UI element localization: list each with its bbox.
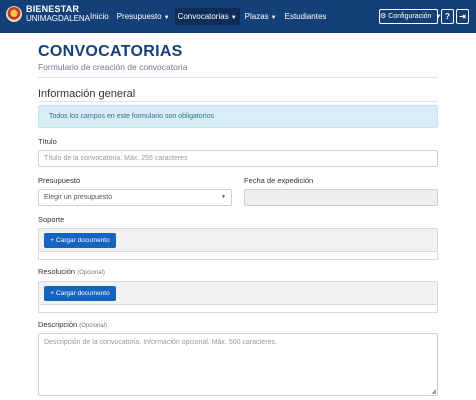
titulo-input[interactable]: Título de la convocatoria. Máx. 255 cara… <box>38 150 438 167</box>
nav-item-plazas[interactable]: Plazas ▼ <box>242 8 280 25</box>
descripcion-label-text: Descripción <box>38 320 78 329</box>
descripcion-label: Descripción (Opcional) <box>38 320 107 329</box>
logout-button[interactable]: ⇥ <box>456 9 469 24</box>
presupuesto-selected-value: Elegir un presupuesto <box>44 194 113 201</box>
resize-handle-icon[interactable]: ◢ <box>431 388 436 395</box>
descripcion-textarea[interactable]: Descripción de la convocatoria. Informac… <box>38 333 438 396</box>
resolucion-file-list <box>38 305 438 313</box>
soporte-label: Soporte <box>38 215 65 224</box>
nav-item-label: Presupuesto <box>116 12 162 21</box>
configuration-label: Configuración <box>388 13 432 20</box>
gear-icon: ⚙ <box>380 13 387 20</box>
brand-text: BIENESTAR UNIMAGDALENA <box>26 4 91 24</box>
resolucion-upload-box: + Cargar documento <box>38 281 438 305</box>
nav-item-estudiantes[interactable]: Estudiantes <box>282 8 330 25</box>
fecha-expedicion-field <box>244 189 438 206</box>
select-arrow-icon: ▼ <box>221 194 226 200</box>
main-nav: Inicio Presupuesto ▼ Convocatorias ▼ Plaza… <box>87 8 331 25</box>
optional-tag: (Opcional) <box>77 270 105 276</box>
help-button[interactable]: ? <box>441 9 454 24</box>
presupuesto-select[interactable]: Elegir un presupuesto ▼ <box>38 189 232 206</box>
soporte-upload-box: + Cargar documento <box>38 228 438 252</box>
nav-item-label: Plazas <box>244 12 269 21</box>
titulo-label: Título <box>38 137 57 146</box>
info-alert: Todos los campos en este formulario son … <box>38 105 438 128</box>
page-subtitle: Formulario de creación de convocatoria <box>38 62 188 72</box>
configuration-button[interactable]: ⚙ Configuración ▼ <box>379 9 441 24</box>
resolucion-label: Resolución (Opcional) <box>38 267 105 276</box>
page-title: CONVOCATORIAS <box>38 43 183 60</box>
nav-item-label: Estudiantes <box>284 12 327 21</box>
nav-item-convocatorias[interactable]: Convocatorias ▼ <box>174 8 240 25</box>
soporte-upload-button[interactable]: + Cargar documento <box>44 233 116 248</box>
brand-line2: UNIMAGDALENA <box>26 14 91 23</box>
resolucion-upload-button[interactable]: + Cargar documento <box>44 286 116 301</box>
nav-item-presupuesto[interactable]: Presupuesto ▼ <box>114 8 173 25</box>
nav-item-inicio[interactable]: Inicio <box>87 8 112 25</box>
top-navbar: BIENESTAR UNIMAGDALENA Inicio Presupuest… <box>0 0 476 33</box>
optional-tag: (Opcional) <box>79 323 107 329</box>
question-icon: ? <box>445 12 450 21</box>
sign-out-icon: ⇥ <box>459 12 466 21</box>
brand[interactable]: BIENESTAR UNIMAGDALENA <box>6 5 90 23</box>
brand-line1: BIENESTAR <box>26 4 80 14</box>
resolucion-label-text: Resolución <box>38 267 76 276</box>
fecha-label: Fecha de expedición <box>244 176 314 185</box>
caret-down-icon: ▼ <box>230 15 237 21</box>
header-divider <box>38 77 438 78</box>
soporte-file-list <box>38 252 438 260</box>
section-title: Información general <box>38 88 136 100</box>
nav-item-label: Inicio <box>90 12 109 21</box>
caret-down-icon: ▼ <box>163 15 170 21</box>
descripcion-placeholder: Descripción de la convocatoria. Informac… <box>44 339 278 346</box>
caret-down-icon: ▼ <box>270 15 277 21</box>
section-divider <box>38 101 438 102</box>
presupuesto-label: Presupuesto <box>38 176 81 185</box>
nav-item-label: Convocatorias <box>177 12 229 21</box>
university-seal-logo <box>6 6 22 22</box>
